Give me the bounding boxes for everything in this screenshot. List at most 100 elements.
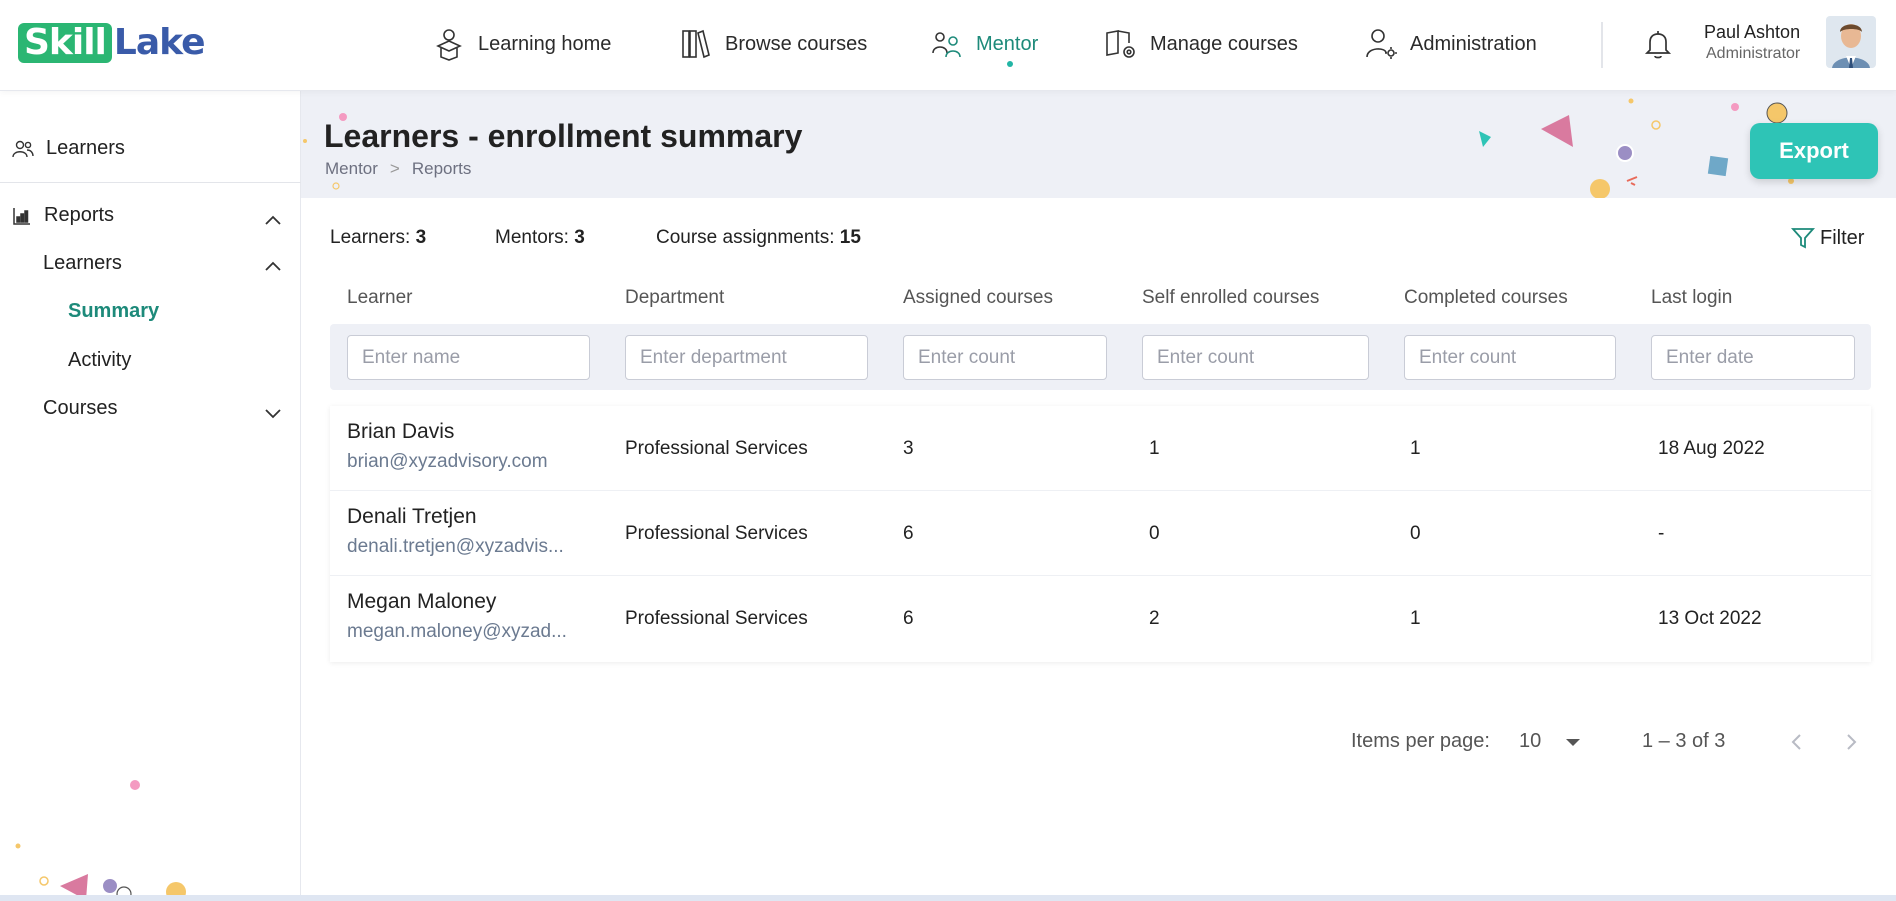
learner-email: brian@xyzadvisory.com bbox=[347, 451, 548, 472]
sidebar-item-summary[interactable]: Summary bbox=[68, 300, 159, 323]
nav-label-administration: Administration bbox=[1410, 32, 1537, 55]
stat-course-assignments: Course assignments: 15 bbox=[656, 227, 861, 249]
table-row[interactable]: Brian Davis brian@xyzadvisory.com Profes… bbox=[330, 406, 1871, 491]
books-icon bbox=[682, 29, 710, 59]
column-header-completed-courses[interactable]: Completed courses bbox=[1404, 287, 1568, 309]
chevron-up-icon[interactable] bbox=[263, 213, 283, 227]
department-cell: Professional Services bbox=[625, 438, 808, 459]
completed-courses-cell: 1 bbox=[1410, 608, 1421, 629]
learner-name[interactable]: Megan Maloney bbox=[347, 590, 496, 614]
nav-learning-home[interactable]: Learning home bbox=[432, 24, 611, 64]
nav-label-browse-courses: Browse courses bbox=[725, 32, 868, 55]
nav-manage-courses[interactable]: Manage courses bbox=[1104, 24, 1298, 64]
sidebar-item-label: Courses bbox=[43, 397, 118, 419]
window-bottom-edge bbox=[0, 895, 1896, 901]
assigned-courses-cell: 3 bbox=[903, 438, 914, 459]
nav-label-manage-courses: Manage courses bbox=[1150, 32, 1298, 55]
assigned-courses-cell: 6 bbox=[903, 523, 914, 544]
sidebar-divider bbox=[0, 182, 301, 183]
stat-mentors: Mentors: 3 bbox=[495, 227, 585, 249]
sidebar-item-label: Activity bbox=[68, 349, 132, 371]
avatar[interactable] bbox=[1826, 16, 1876, 68]
self-enrolled-cell: 0 bbox=[1149, 523, 1160, 544]
skilllake-logo[interactable]: Skill Lake bbox=[18, 22, 206, 64]
department-cell: Professional Services bbox=[625, 608, 808, 629]
column-header-last-login[interactable]: Last login bbox=[1651, 287, 1732, 309]
last-login-cell: - bbox=[1658, 523, 1665, 544]
logo-part-skill: Skill bbox=[18, 23, 112, 63]
table-row[interactable]: Denali Tretjen denali.tretjen@xyzadvis..… bbox=[330, 491, 1871, 576]
admin-user-icon bbox=[1366, 29, 1397, 59]
sidebar-item-learners[interactable]: Learners bbox=[12, 137, 125, 160]
nav-label-learning-home: Learning home bbox=[478, 32, 612, 55]
self-enrolled-cell: 2 bbox=[1149, 608, 1160, 629]
stat-learners: Learners: 3 bbox=[330, 227, 426, 249]
sidebar-item-reports-learners[interactable]: Learners bbox=[43, 252, 122, 275]
user-role: Administrator bbox=[1706, 45, 1801, 62]
breadcrumb-reports[interactable]: Reports bbox=[412, 159, 472, 179]
notification-bell-icon[interactable] bbox=[1643, 28, 1673, 60]
active-nav-indicator bbox=[1007, 61, 1013, 67]
filter-funnel-icon bbox=[1790, 228, 1816, 249]
users-icon bbox=[12, 140, 34, 157]
page-size-select[interactable]: 10 bbox=[1519, 730, 1541, 753]
last-login-cell: 18 Aug 2022 bbox=[1658, 438, 1765, 459]
learning-home-icon bbox=[436, 29, 462, 61]
sidebar-item-label: Summary bbox=[68, 300, 160, 322]
nav-browse-courses[interactable]: Browse courses bbox=[679, 24, 867, 64]
stat-label: Mentors: bbox=[495, 227, 569, 248]
table-row[interactable]: Megan Maloney megan.maloney@xyzad... Pro… bbox=[330, 576, 1871, 661]
nav-divider bbox=[1601, 22, 1603, 68]
filter-department-input[interactable] bbox=[625, 335, 868, 380]
chevron-down-icon[interactable] bbox=[263, 406, 283, 420]
assigned-courses-cell: 6 bbox=[903, 608, 914, 629]
column-header-assigned-courses[interactable]: Assigned courses bbox=[903, 287, 1053, 309]
mentor-icon bbox=[932, 32, 961, 58]
previous-page-button[interactable] bbox=[1784, 729, 1810, 755]
pagination-range: 1 – 3 of 3 bbox=[1642, 730, 1726, 752]
nav-mentor[interactable]: Mentor bbox=[930, 24, 1038, 64]
sidebar-item-activity[interactable]: Activity bbox=[68, 349, 131, 372]
column-header-department[interactable]: Department bbox=[625, 287, 724, 309]
filter-button[interactable]: Filter bbox=[1790, 225, 1864, 251]
filter-assigned-count-input[interactable] bbox=[903, 335, 1107, 380]
learner-email: denali.tretjen@xyzadvis... bbox=[347, 536, 564, 557]
caret-down-icon[interactable] bbox=[1566, 739, 1580, 746]
decorative-shapes bbox=[60, 874, 186, 901]
column-header-self-enrolled-courses[interactable]: Self enrolled courses bbox=[1142, 287, 1319, 309]
nav-label-mentor: Mentor bbox=[976, 32, 1039, 55]
manage-courses-icon bbox=[1106, 30, 1135, 58]
learner-name[interactable]: Denali Tretjen bbox=[347, 505, 477, 529]
stat-label: Learners: bbox=[330, 227, 411, 248]
next-page-button[interactable] bbox=[1838, 729, 1864, 755]
table-body: Brian Davis brian@xyzadvisory.com Profes… bbox=[330, 406, 1871, 662]
column-header-learner[interactable]: Learner bbox=[347, 287, 413, 309]
sidebar-item-label: Learners bbox=[46, 137, 125, 159]
filter-self-enrolled-count-input[interactable] bbox=[1142, 335, 1369, 380]
sidebar-item-label: Reports bbox=[44, 204, 115, 226]
breadcrumb-separator: > bbox=[389, 159, 400, 178]
chevron-up-icon[interactable] bbox=[263, 259, 283, 273]
stat-value: 15 bbox=[839, 227, 861, 248]
reports-chart-icon bbox=[13, 207, 30, 225]
learner-name[interactable]: Brian Davis bbox=[347, 420, 454, 444]
logo-part-lake: Lake bbox=[113, 22, 206, 63]
completed-courses-cell: 0 bbox=[1410, 523, 1421, 544]
page-title: Learners - enrollment summary bbox=[324, 118, 803, 154]
export-button[interactable]: Export bbox=[1750, 123, 1878, 179]
breadcrumb-mentor[interactable]: Mentor bbox=[325, 159, 378, 179]
filter-last-login-input[interactable] bbox=[1651, 335, 1855, 380]
last-login-cell: 13 Oct 2022 bbox=[1658, 608, 1762, 629]
self-enrolled-cell: 1 bbox=[1149, 438, 1160, 459]
sidebar-item-courses[interactable]: Courses bbox=[43, 397, 117, 420]
learner-email: megan.maloney@xyzad... bbox=[347, 621, 567, 642]
top-navigation-bar: Skill Lake Learning home Browse courses … bbox=[0, 0, 1896, 91]
nav-administration[interactable]: Administration bbox=[1364, 24, 1537, 64]
stat-label: Course assignments: bbox=[656, 227, 835, 248]
filter-name-input[interactable] bbox=[347, 335, 590, 380]
items-per-page-label: Items per page: bbox=[1351, 730, 1490, 752]
sidebar-item-reports[interactable]: Reports bbox=[12, 204, 114, 227]
department-cell: Professional Services bbox=[625, 523, 808, 544]
completed-courses-cell: 1 bbox=[1410, 438, 1421, 459]
filter-completed-count-input[interactable] bbox=[1404, 335, 1616, 380]
